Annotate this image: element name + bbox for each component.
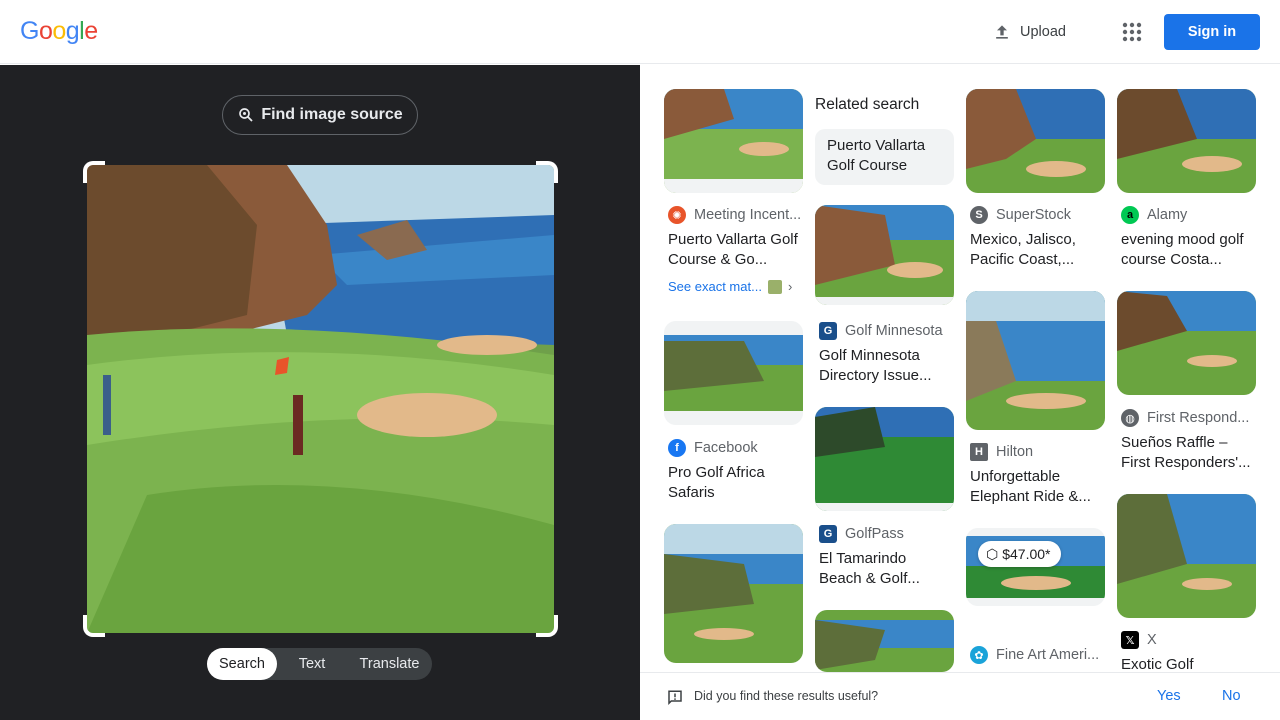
result-source[interactable]: a Alamy [1121,206,1187,224]
result-thumbnail[interactable] [664,321,803,425]
golf-course-photo [87,165,554,633]
result-source-label: Meeting Incent... [694,207,802,223]
result-thumbnail[interactable] [966,528,1105,606]
result-source-label: First Respond... [1147,410,1250,426]
result-source-label: Golf Minnesota [845,323,943,339]
result-title[interactable]: Pro Golf Africa Safaris [668,463,800,503]
mode-text-tab[interactable]: Text [277,648,347,680]
result-thumbnail[interactable] [815,610,954,672]
sign-in-button[interactable]: Sign in [1164,14,1260,50]
alamy-icon: a [1121,206,1139,224]
result-thumbnail[interactable] [815,205,954,305]
logo-letter: o [38,17,53,45]
result-thumbnail[interactable] [966,89,1105,193]
globe-icon: ◍ [1121,409,1139,427]
result-source[interactable]: S SuperStock [970,206,1071,224]
crop-corner-top-left[interactable] [83,161,105,183]
top-bar: Google Upload Sign in [0,0,1280,64]
hilton-icon: H [970,443,988,461]
related-search-chip[interactable]: Puerto Vallarta Golf Course [815,129,954,185]
price-badge: ⬡ $47.00* [978,541,1061,567]
google-logo[interactable]: Google [20,17,98,46]
result-title[interactable]: evening mood golf course Costa... [1121,230,1253,270]
x-icon: 𝕏 [1121,631,1139,649]
result-title[interactable]: Exotic Golf [1121,655,1253,672]
result-source-label: X [1147,632,1157,648]
feedback-yes-button[interactable]: Yes [1157,688,1181,704]
feedback-bar: Did you find these results useful? Yes N… [640,672,1280,720]
fine-art-america-icon: ✿ [970,646,988,664]
logo-letter: o [52,17,66,45]
result-source-label: GolfPass [845,526,904,542]
price-tag-icon: ⬡ [986,545,999,562]
result-source[interactable]: ✿ Fine Art Ameri... [970,646,1099,664]
upload-button[interactable]: Upload [992,20,1066,44]
lens-image-panel: Find image source Search Text Translate [0,65,640,720]
mode-search-tab[interactable]: Search [207,648,277,680]
crop-corner-bottom-left[interactable] [83,615,105,637]
crop-corner-top-right[interactable] [536,161,558,183]
result-source-label: SuperStock [996,207,1071,223]
result-source[interactable]: f Facebook [668,439,758,457]
mode-translate-tab[interactable]: Translate [347,648,432,680]
exact-match-thumbnail-icon [767,279,782,294]
result-thumbnail[interactable] [1117,89,1256,193]
result-source[interactable]: H Hilton [970,443,1033,461]
see-exact-matches-label: See exact mat... [668,279,762,294]
find-image-source-label: Find image source [261,106,403,123]
logo-letter: g [65,17,80,45]
crop-corner-bottom-right[interactable] [536,615,558,637]
result-title[interactable]: Sueños Raffle – First Responders'... [1121,433,1253,473]
feedback-question: Did you find these results useful? [694,689,879,703]
price-label: $47.00* [1002,546,1051,562]
see-exact-matches-link[interactable]: See exact mat... › [668,279,792,294]
query-image[interactable] [87,165,554,633]
related-search-heading: Related search [815,96,920,113]
find-image-source-button[interactable]: Find image source [222,95,418,135]
result-source[interactable]: ◍ First Respond... [1121,409,1249,427]
result-source-label: Facebook [694,440,758,456]
meeting-incentives-icon: ✺ [668,206,686,224]
logo-letter: e [84,17,98,45]
result-source-label: Alamy [1147,207,1188,223]
result-title[interactable]: Mexico, Jalisco, Pacific Coast,... [970,230,1102,270]
lens-search-icon [239,108,253,122]
result-source-label: Fine Art Ameri... [996,647,1100,663]
facebook-icon: f [668,439,686,457]
result-thumbnail[interactable] [966,291,1105,430]
result-thumbnail[interactable] [1117,291,1256,395]
upload-icon [996,25,1008,39]
result-title[interactable]: El Tamarindo Beach & Golf... [819,549,951,589]
lens-mode-switcher: Search Text Translate [207,648,432,680]
result-title[interactable]: Golf Minnesota Directory Issue... [819,346,951,386]
visual-matches-results: ✺ Meeting Incent... Puerto Vallarta Golf… [640,65,1280,672]
result-thumbnail[interactable] [664,524,803,663]
result-title[interactable]: Puerto Vallarta Golf Course & Go... [668,230,800,270]
upload-label: Upload [1020,24,1066,40]
logo-letter: G [20,17,39,45]
superstock-icon: S [970,206,988,224]
result-title[interactable]: Unforgettable Elephant Ride &... [970,467,1102,507]
feedback-icon [668,690,682,706]
golfpass-icon: G [819,525,837,543]
result-thumbnail[interactable] [1117,494,1256,618]
result-source[interactable]: ✺ Meeting Incent... [668,206,801,224]
result-source[interactable]: G Golf Minnesota [819,322,943,340]
chevron-right-icon: › [787,279,793,294]
result-source[interactable]: G GolfPass [819,525,904,543]
result-source[interactable]: 𝕏 X [1121,631,1157,649]
golf-minnesota-icon: G [819,322,837,340]
apps-grid-icon[interactable] [1120,20,1144,44]
result-thumbnail[interactable] [664,89,803,193]
result-thumbnail[interactable] [815,407,954,511]
result-source-label: Hilton [996,444,1034,460]
feedback-no-button[interactable]: No [1222,688,1241,704]
